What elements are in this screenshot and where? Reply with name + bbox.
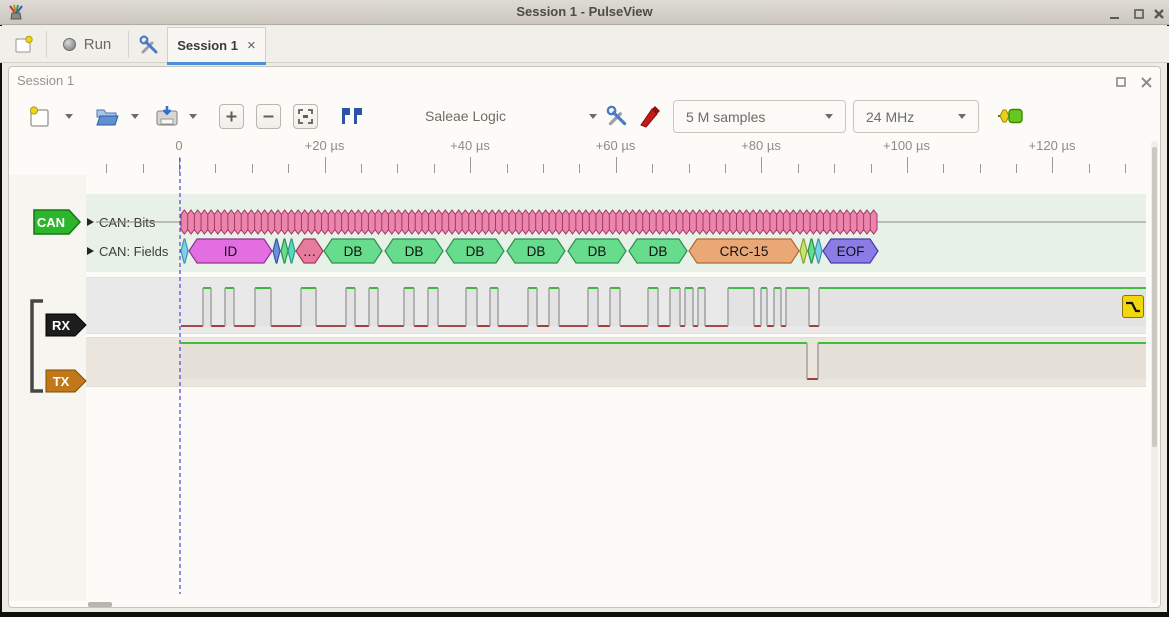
vertical-scrollbar-thumb[interactable] — [1152, 147, 1157, 447]
minimize-icon[interactable] — [1106, 6, 1124, 21]
horizontal-scrollbar-thumb[interactable] — [88, 602, 112, 607]
can-bits-annotations — [181, 210, 877, 234]
run-icon — [63, 38, 76, 51]
field-annotation — [288, 239, 295, 263]
tx-tag-label: TX — [53, 374, 70, 389]
field-label: DB — [405, 244, 424, 259]
can-fields-annotations: ID … DB DB DB DB DB DB CRC-15 EOF — [181, 239, 878, 263]
falling-edge-trigger-badge[interactable] — [1122, 295, 1144, 318]
field-label: DB — [344, 244, 363, 259]
trace-view[interactable]: ID … DB DB DB DB DB DB CRC-15 EOF — [86, 139, 1146, 605]
titlebar[interactable]: Session 1 - PulseView — [0, 0, 1169, 25]
rx-channel-tag[interactable]: RX — [45, 313, 88, 337]
field-label: ID — [224, 244, 238, 259]
main-toolbar: Run Session 1 × — [0, 26, 1169, 63]
field-annotation — [800, 239, 807, 263]
can-tag-label: CAN — [37, 215, 65, 230]
rx-waveform — [181, 288, 1146, 326]
field-label: DB — [527, 244, 546, 259]
new-session-icon — [14, 35, 34, 54]
field-annotation — [808, 239, 815, 263]
field-annotation — [273, 239, 280, 263]
toolbar-separator — [128, 31, 129, 58]
toolbar-separator — [46, 31, 47, 58]
falling-edge-trigger-icon — [1124, 298, 1142, 315]
session-panel: Session 1 — [8, 66, 1161, 608]
close-icon[interactable] — [1150, 6, 1168, 21]
settings-button[interactable] — [134, 29, 164, 60]
window-title: Session 1 - PulseView — [0, 4, 1169, 19]
field-label: EOF — [837, 244, 865, 259]
tab-session-1[interactable]: Session 1 × — [167, 27, 266, 63]
settings-icon — [138, 34, 160, 56]
field-label: DB — [588, 244, 607, 259]
field-annotation — [281, 239, 288, 263]
field-label: DB — [466, 244, 485, 259]
application-window: Session 1 - PulseView Run — [0, 0, 1169, 617]
new-session-button[interactable] — [8, 29, 40, 60]
tx-channel-tag[interactable]: TX — [45, 369, 88, 393]
maximize-icon[interactable] — [1130, 6, 1148, 21]
tx-waveform — [181, 343, 1146, 379]
channel-group-bracket[interactable] — [27, 299, 45, 393]
field-annotation — [815, 239, 822, 263]
tab-close-icon[interactable]: × — [247, 41, 256, 51]
field-label: DB — [649, 244, 668, 259]
can-decoder-tag[interactable]: CAN — [33, 209, 82, 235]
field-annotation — [181, 239, 188, 263]
field-label: CRC-15 — [720, 244, 769, 259]
run-button[interactable]: Run — [52, 29, 122, 60]
rx-tag-label: RX — [52, 318, 70, 333]
field-label: … — [303, 244, 317, 259]
tab-label: Session 1 — [177, 38, 238, 53]
tab-active-accent — [167, 62, 266, 65]
run-label: Run — [84, 36, 112, 53]
